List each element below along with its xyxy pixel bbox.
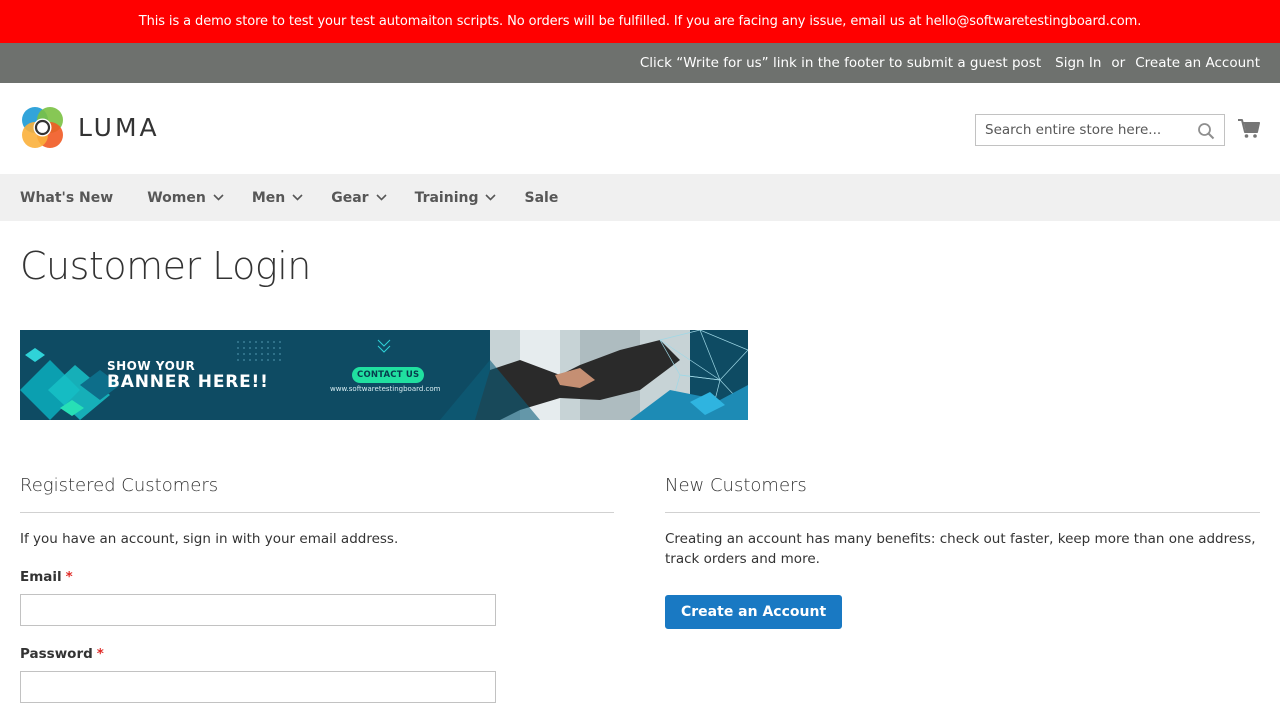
email-label-text: Email: [20, 569, 62, 585]
email-field-wrapper: [20, 594, 496, 626]
nav-item-whats-new[interactable]: What's New: [20, 190, 113, 206]
sign-in-link[interactable]: Sign In: [1055, 55, 1101, 71]
banner-line1: SHOW YOUR: [107, 359, 196, 373]
site-header: LUMA: [0, 83, 1280, 174]
nav-item-training[interactable]: Training: [415, 190, 497, 206]
nav-item-sale[interactable]: Sale: [524, 190, 558, 206]
main-navigation: What's New Women Men Gear Training Sale: [0, 174, 1280, 221]
promo-banner[interactable]: SHOW YOUR BANNER HERE!! CONTACT US www.s…: [20, 330, 748, 420]
email-field[interactable]: [21, 595, 495, 625]
search-icon[interactable]: [1197, 122, 1215, 140]
password-field[interactable]: [21, 672, 495, 702]
registered-customers-block: Registered Customers If you have an acco…: [20, 475, 614, 703]
logo-text: LUMA: [78, 113, 160, 142]
nav-item-men[interactable]: Men: [252, 190, 303, 206]
or-separator: or: [1111, 55, 1126, 71]
chevron-down-icon: [213, 194, 224, 201]
password-label-text: Password: [20, 646, 93, 662]
chevron-down-icon: [292, 194, 303, 201]
new-customers-block: New Customers Creating an account has ma…: [665, 475, 1260, 629]
registered-intro: If you have an account, sign in with you…: [20, 531, 399, 547]
create-account-link[interactable]: Create an Account: [1135, 55, 1260, 71]
luma-logo-icon: [22, 107, 63, 148]
search-input[interactable]: [976, 115, 1186, 145]
new-customers-text: Creating an account has many benefits: c…: [665, 531, 1256, 567]
nav-item-gear[interactable]: Gear: [331, 189, 387, 206]
password-field-wrapper: [20, 671, 496, 703]
required-mark: *: [96, 646, 104, 662]
nav-item-label: Women: [147, 189, 206, 206]
chevron-down-icon: [375, 194, 387, 201]
guest-post-notice: Click “Write for us” link in the footer …: [639, 55, 1042, 71]
demo-notice-banner: This is a demo store to test your test a…: [0, 0, 1280, 43]
contact-us-button[interactable]: CONTACT US: [352, 367, 425, 383]
search-box: [975, 114, 1225, 146]
page-title: Customer Login: [20, 244, 311, 288]
create-account-button[interactable]: Create an Account: [665, 595, 843, 629]
nav-item-label: Men: [251, 189, 286, 206]
nav-item-label: Sale: [524, 189, 559, 206]
email-label: Email *: [20, 569, 614, 585]
banner-line2: BANNER HERE!!: [107, 372, 269, 392]
password-label: Password *: [20, 646, 614, 662]
nav-item-label: Training: [414, 189, 479, 206]
banner-url: www.softwaretestingboard.com: [330, 385, 441, 393]
demo-notice-text: This is a demo store to test your test a…: [138, 14, 1142, 29]
new-customers-heading: New Customers: [665, 475, 1260, 513]
luma-logo[interactable]: LUMA: [20, 105, 160, 150]
chevron-down-icon: [485, 194, 497, 201]
registered-customers-heading: Registered Customers: [20, 475, 614, 513]
required-mark: *: [65, 569, 73, 585]
cart-icon[interactable]: [1237, 117, 1261, 141]
top-bar: Click “Write for us” link in the footer …: [0, 43, 1280, 83]
nav-item-label: Gear: [331, 189, 369, 206]
nav-item-label: What's New: [20, 189, 114, 206]
nav-item-women[interactable]: Women: [147, 190, 224, 206]
